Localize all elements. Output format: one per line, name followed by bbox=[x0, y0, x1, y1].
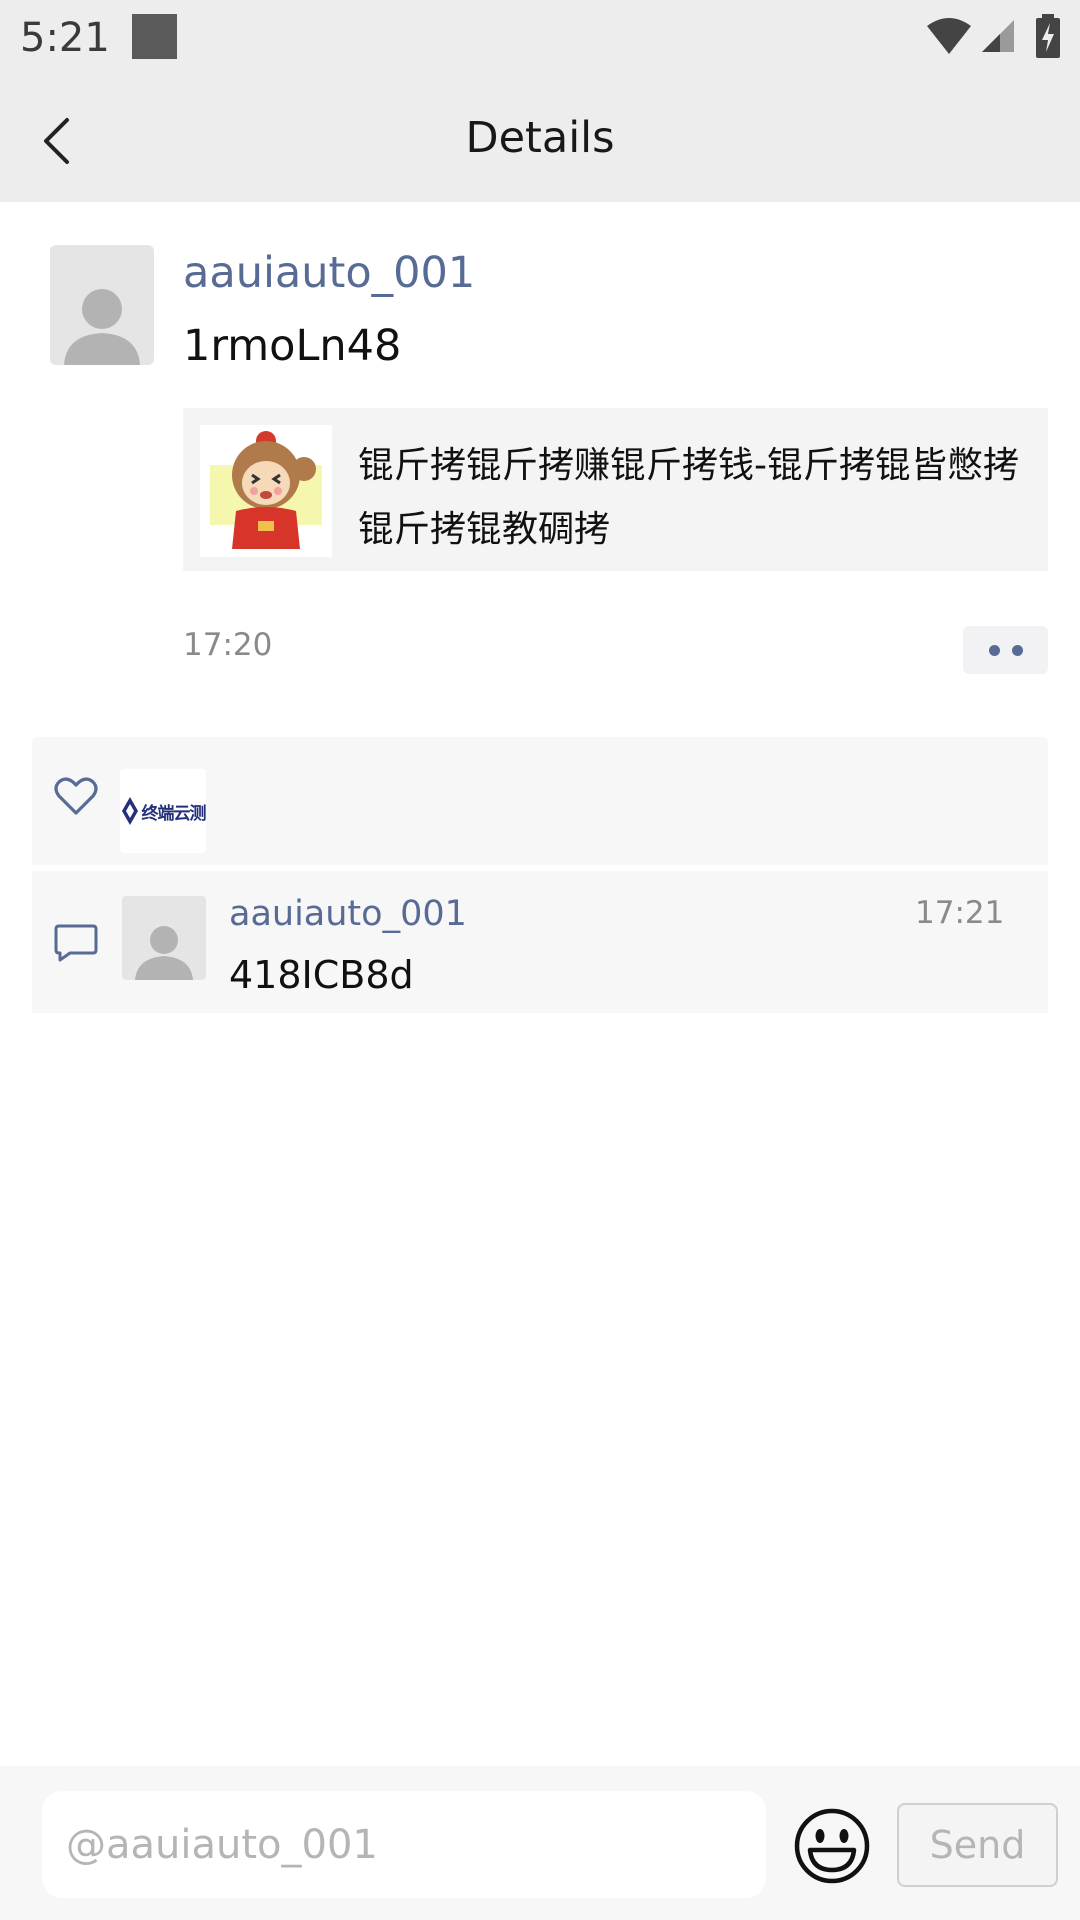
post-author-avatar[interactable] bbox=[50, 245, 154, 365]
comment-input[interactable] bbox=[42, 1791, 766, 1898]
page-title: Details bbox=[465, 113, 615, 163]
comment-row[interactable]: aauiauto_001 17:21 418ICB8d bbox=[32, 871, 1048, 1013]
liker-logo-icon bbox=[121, 797, 138, 825]
link-card-title: 锟斤拷锟斤拷赚锟斤拷钱-锟斤拷锟皆憋拷锟斤拷锟教碉拷 bbox=[358, 445, 1019, 550]
comment-input-bar: Send bbox=[0, 1766, 1080, 1920]
title-bar: Details bbox=[0, 75, 1080, 202]
comment-time: 17:21 bbox=[915, 895, 1005, 931]
comment-author-avatar[interactable] bbox=[122, 896, 206, 980]
more-dots-icon bbox=[988, 644, 1000, 656]
post-text: 1rmoLn48 bbox=[183, 321, 402, 371]
liker-avatar[interactable]: 终端云测 bbox=[120, 769, 207, 853]
link-thumbnail bbox=[200, 425, 332, 557]
link-card[interactable]: 锟斤拷锟斤拷赚锟斤拷钱-锟斤拷锟皆憋拷锟斤拷锟教碉拷 bbox=[183, 408, 1048, 571]
post-author-name[interactable]: aauiauto_001 bbox=[183, 245, 475, 301]
more-dots-icon bbox=[1011, 644, 1023, 656]
send-button[interactable]: Send bbox=[897, 1803, 1058, 1887]
default-avatar-icon bbox=[135, 926, 193, 980]
monkey-sticker-image bbox=[210, 431, 322, 549]
notification-square-icon bbox=[132, 14, 177, 59]
liker-logo-text: 终端云测 bbox=[141, 803, 207, 824]
wifi-icon bbox=[927, 18, 971, 54]
comment-bubble-icon bbox=[54, 924, 98, 962]
cell-signal-icon bbox=[982, 20, 1014, 52]
comment-text: 418ICB8d bbox=[229, 953, 414, 997]
post-time: 17:20 bbox=[183, 627, 273, 663]
more-options-button[interactable] bbox=[963, 626, 1048, 674]
battery-charging-icon bbox=[1036, 14, 1060, 58]
smiley-face-icon[interactable] bbox=[792, 1806, 872, 1886]
comment-author-name[interactable]: aauiauto_001 bbox=[229, 889, 467, 939]
heart-outline-icon bbox=[54, 777, 98, 815]
chevron-left-icon bbox=[44, 118, 69, 164]
default-avatar-icon bbox=[64, 289, 140, 365]
status-bar: 5:21 bbox=[0, 0, 1080, 75]
back-button[interactable] bbox=[30, 115, 82, 167]
status-time: 5:21 bbox=[20, 15, 110, 61]
likes-row: 终端云测 bbox=[32, 737, 1048, 865]
